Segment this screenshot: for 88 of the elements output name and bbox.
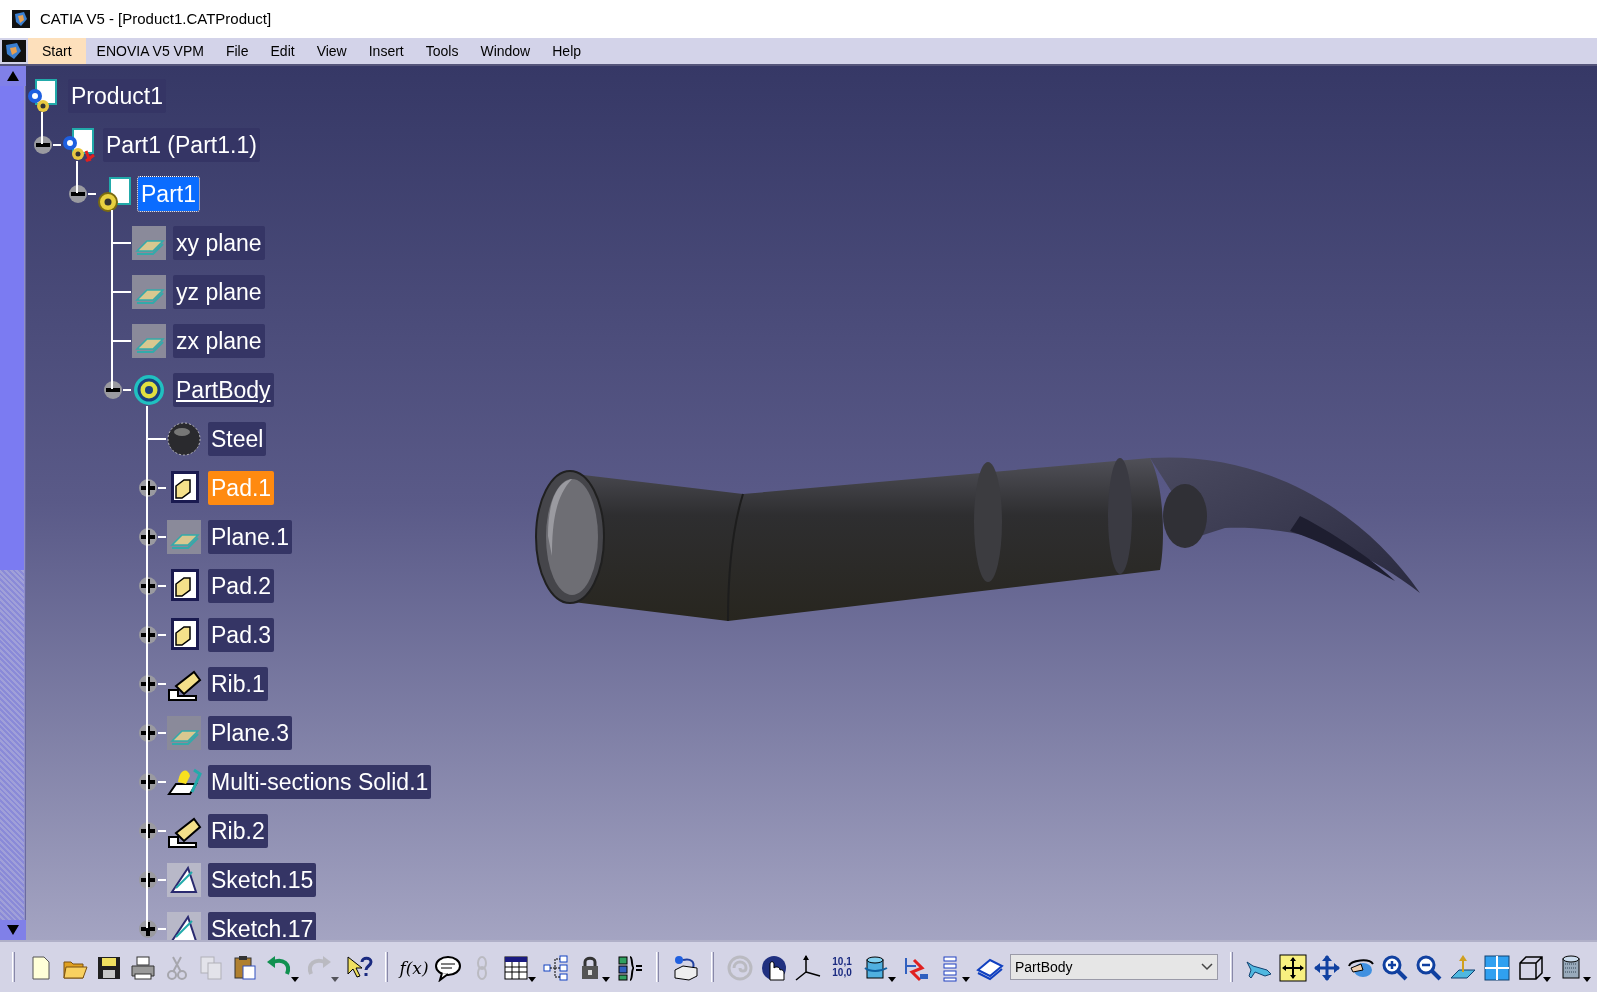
units-button[interactable]: 10,1 10,0 (828, 952, 856, 982)
dropdown-caret-icon (331, 977, 339, 982)
dropdown-caret-icon (1543, 977, 1551, 982)
plane-icon (131, 322, 167, 359)
down-arrow-icon (7, 925, 19, 935)
normal-view-icon (1449, 954, 1477, 982)
expand-icon[interactable] (138, 820, 158, 841)
menu-item[interactable]: Insert (357, 38, 415, 64)
save-icon (95, 954, 123, 982)
expand-icon[interactable] (138, 869, 158, 890)
scroll-up-button[interactable] (0, 66, 26, 86)
catalog-transfer-icon (671, 954, 699, 982)
menu-item[interactable]: Window (469, 38, 542, 64)
tree-node-label[interactable]: yz plane (173, 274, 265, 309)
chevron-down-icon (1201, 963, 1213, 971)
expand-icon[interactable] (138, 918, 158, 939)
collapse-icon[interactable] (68, 183, 88, 204)
menu-item[interactable]: Edit (259, 38, 306, 64)
dropdown-caret-icon (888, 977, 896, 982)
expand-icon[interactable] (138, 624, 158, 645)
dropdown-caret-icon (962, 977, 970, 982)
axis-icon (794, 954, 822, 982)
tree-node-label[interactable]: xy plane (173, 225, 265, 260)
tree-node-label[interactable]: Part1 (138, 176, 199, 211)
menu-item[interactable]: File (214, 38, 260, 64)
plane-icon (166, 518, 202, 555)
tree-node-label[interactable]: Pad.3 (208, 617, 275, 652)
plane-icon (166, 714, 202, 751)
tree-node-label[interactable]: Steel (208, 421, 267, 456)
pan-arrows-icon (1313, 954, 1341, 982)
tree-node-label[interactable]: Sketch.17 (208, 911, 317, 940)
plane-icon (131, 224, 167, 261)
zoom-out-icon (1415, 954, 1443, 982)
scroll-down-button[interactable] (0, 920, 26, 940)
menu-item[interactable]: Help (541, 38, 593, 64)
body-dropdown[interactable]: PartBody (1010, 954, 1218, 980)
cube-icon (862, 954, 890, 982)
tree-node-label[interactable]: Part1 (Part1.1) (103, 127, 260, 162)
zoom-in-icon (1381, 954, 1409, 982)
collapse-icon[interactable] (103, 379, 123, 400)
tree-node-label[interactable]: zx plane (173, 323, 265, 358)
window-title: CATIA V5 - [Product1.CATProduct] (40, 8, 272, 29)
formula-button[interactable]: f(x) (400, 952, 428, 982)
clipboard-icon (231, 954, 259, 982)
app-logo-icon (12, 10, 30, 28)
tree-node-label[interactable]: Rib.1 (208, 666, 268, 701)
dropdown-caret-icon (291, 977, 299, 982)
dropdown-caret-icon (1583, 977, 1591, 982)
plane-icon (131, 273, 167, 310)
tree-node-label[interactable]: Rib.2 (208, 813, 268, 848)
scrollbar-thumb[interactable] (0, 86, 24, 570)
table-icon (502, 954, 530, 982)
tree-node-label[interactable]: Plane.1 (208, 519, 292, 554)
expand-icon[interactable] (138, 477, 158, 498)
four-views-icon (1483, 954, 1511, 982)
four-views-button[interactable] (1483, 952, 1511, 982)
copy-icon (197, 954, 225, 982)
hand-pointer-icon (760, 954, 788, 982)
tree-node-label[interactable]: Pad.2 (208, 568, 275, 603)
fit-all-button[interactable] (1279, 952, 1307, 982)
menu-item[interactable]: Tools (414, 38, 470, 64)
menu-item[interactable]: ENOVIA V5 VPM (85, 38, 215, 64)
fit-all-icon (1279, 954, 1307, 982)
tree-node-label[interactable]: Product1 (68, 78, 167, 113)
sphere-icon (166, 420, 202, 457)
expand-icon[interactable] (138, 722, 158, 743)
tree-node-label[interactable]: Sketch.15 (208, 862, 317, 897)
expand-icon[interactable] (138, 673, 158, 694)
tree-graph-button[interactable] (542, 952, 570, 982)
start-logo-icon[interactable] (2, 40, 26, 62)
collapse-icon[interactable] (33, 134, 53, 155)
expand-icon[interactable] (138, 575, 158, 596)
dropdown-caret-icon (602, 977, 610, 982)
expand-icon[interactable] (138, 771, 158, 792)
tree-node-label[interactable]: Multi-sections Solid.1 (208, 764, 432, 799)
menu-item[interactable]: Start (28, 38, 86, 64)
wireframe-cube-icon (1517, 954, 1545, 982)
dropdown-caret-icon (528, 977, 536, 982)
tree-node-label[interactable]: Plane.3 (208, 715, 292, 750)
up-arrow-icon (7, 71, 19, 81)
tree-graph-icon (542, 954, 570, 982)
parameters-icon (616, 954, 644, 982)
speech-bubble-icon (434, 954, 462, 982)
printer-icon (129, 954, 157, 982)
menu-item[interactable]: View (305, 38, 358, 64)
swirl-icon (726, 954, 754, 982)
tree-node-label[interactable]: PartBody (173, 372, 274, 407)
expand-icon[interactable] (138, 526, 158, 547)
